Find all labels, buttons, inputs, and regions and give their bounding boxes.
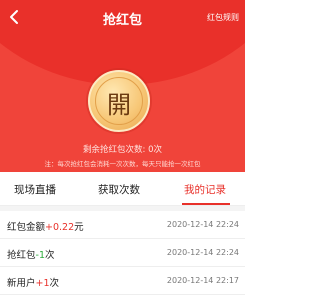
- record-row: 新用户+1次 2020-12-14 22:17: [0, 267, 245, 295]
- record-label: 抢红包-1次: [7, 247, 55, 261]
- open-red-packet-button[interactable]: 開: [88, 70, 150, 132]
- record-unit: 元: [74, 222, 84, 233]
- record-label: 红包金额+0.22元: [7, 219, 84, 233]
- tab-live[interactable]: 现场直播: [14, 182, 56, 197]
- record-row: 抢红包-1次 2020-12-14 22:24: [0, 239, 245, 267]
- header-bar: 抢红包 红包规则: [0, 0, 245, 34]
- rule-note: 注：每次抢红包会消耗一次次数，每天只能抢一次红包: [44, 160, 201, 168]
- record-amount: 0.22: [52, 222, 75, 233]
- record-unit: 次: [45, 250, 55, 261]
- record-label: 新用户+1次: [7, 275, 59, 289]
- record-unit: 次: [49, 278, 60, 289]
- record-sign: +: [45, 222, 53, 233]
- tab-get-chances[interactable]: 获取次数: [98, 182, 140, 197]
- open-button-label: 開: [107, 91, 131, 119]
- rules-link[interactable]: 红包规则: [207, 12, 239, 23]
- record-row: 红包金额+0.22元 2020-12-14 22:24: [0, 211, 245, 239]
- red-packet-banner: 抢红包 红包规则 開 剩余抢红包次数: 0次 注：每次抢红包会消耗一次次数，每天…: [0, 0, 245, 172]
- remaining-count: 剩余抢红包次数: 0次: [83, 145, 162, 155]
- tab-bar: 现场直播 获取次数 我的记录: [0, 172, 245, 206]
- record-time: 2020-12-14 22:24: [166, 220, 239, 229]
- record-type: 抢红包: [7, 250, 36, 261]
- record-type: 新用户: [7, 278, 36, 289]
- record-time: 2020-12-14 22:24: [166, 248, 239, 257]
- record-time: 2020-12-14 22:17: [166, 276, 239, 285]
- record-type: 红包金额: [7, 222, 46, 233]
- tab-my-records[interactable]: 我的记录: [184, 182, 226, 197]
- active-tab-indicator: [182, 203, 230, 205]
